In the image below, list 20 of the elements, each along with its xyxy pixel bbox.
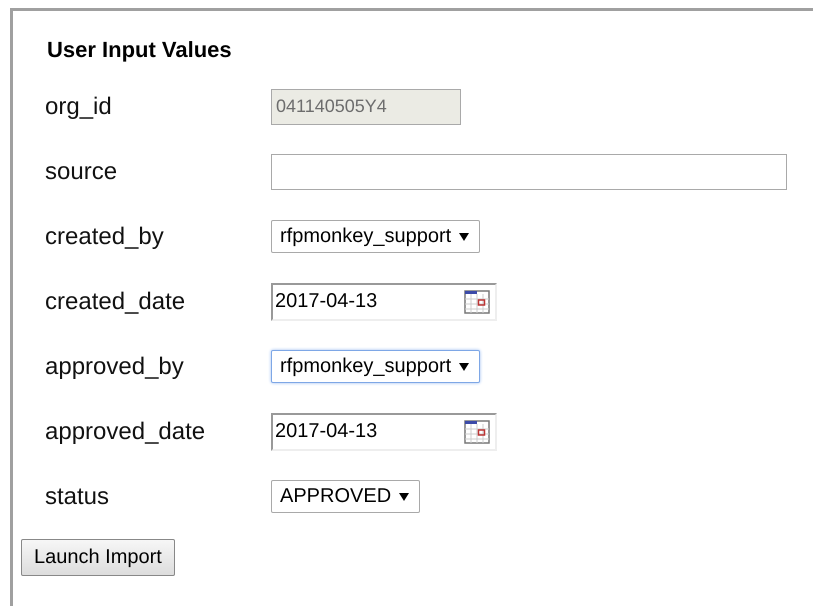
field-label: created_by bbox=[45, 222, 165, 250]
date-field[interactable]: 2017-04-13 bbox=[271, 412, 497, 450]
field-label: source bbox=[45, 158, 118, 186]
field-label: status bbox=[45, 482, 110, 510]
field-label: approved_date bbox=[45, 418, 206, 446]
caret-icon bbox=[459, 362, 470, 370]
caret-icon bbox=[459, 232, 470, 240]
form-title: User Input Values bbox=[47, 37, 233, 63]
field-label: approved_by bbox=[45, 352, 185, 380]
date-field[interactable]: 2017-04-13 bbox=[271, 282, 497, 320]
text-field[interactable] bbox=[271, 154, 787, 190]
dropdown[interactable]: rfpmonkey_support bbox=[271, 350, 480, 383]
caret-icon bbox=[399, 492, 410, 500]
field-label: org_id bbox=[45, 92, 113, 120]
calendar-icon[interactable] bbox=[463, 418, 491, 446]
field-label: created_date bbox=[45, 288, 186, 316]
dropdown[interactable]: rfpmonkey_support bbox=[271, 220, 480, 253]
launch-import-button[interactable]: Launch Import bbox=[21, 539, 175, 576]
calendar-icon[interactable] bbox=[463, 288, 491, 316]
dropdown[interactable]: APPROVED bbox=[271, 480, 420, 513]
